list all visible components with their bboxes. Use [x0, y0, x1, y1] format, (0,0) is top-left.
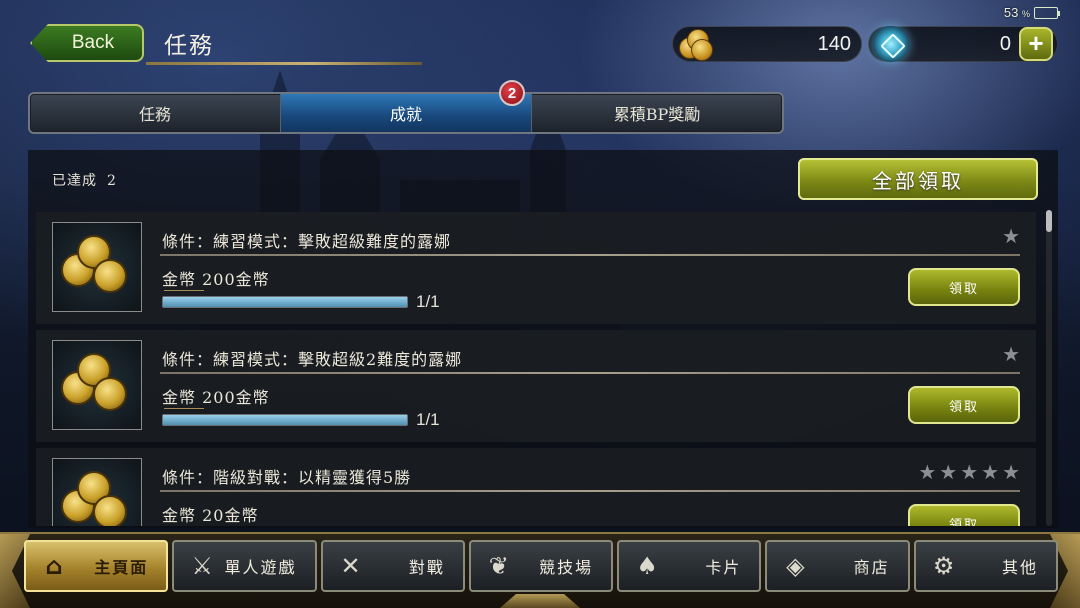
divider — [160, 490, 1020, 492]
notification-badge: 2 — [499, 80, 525, 106]
tab-missions[interactable]: 任務 — [30, 94, 281, 132]
cards-icon: ♠ — [636, 552, 660, 580]
shop-gem-icon: ◈ — [786, 552, 807, 580]
add-currency-button[interactable]: + — [1019, 27, 1053, 61]
list-item: 條件：練習模式：擊敗超級難度的露娜 ★ 金幣 200金幣 1/1 領取 — [36, 212, 1036, 324]
nav-label: 卡片 — [705, 558, 742, 577]
star-rating: ★ — [1002, 226, 1020, 246]
star-icon: ★ — [960, 460, 979, 484]
completed-count: 2 — [107, 173, 117, 189]
nav-label: 主頁面 — [94, 558, 149, 577]
divider — [160, 372, 1020, 374]
progress-fill — [163, 415, 407, 425]
bottom-nav: ⌂ 主頁面 ⚔ 單人遊戲 ✕ 對戰 ❦ 競技場 ♠ 卡片 ◈ 商店 ⚙ 其他 — [24, 540, 1058, 592]
nav-cards[interactable]: ♠ 卡片 — [617, 540, 762, 592]
home-icon: ⌂ — [45, 552, 65, 580]
star-icon: ★ — [981, 460, 1000, 484]
nav-single-player[interactable]: ⚔ 單人遊戲 — [172, 540, 317, 592]
completed-summary: 已達成 2 — [52, 170, 117, 190]
claim-button[interactable]: 領取 — [908, 268, 1020, 306]
claim-all-button[interactable]: 全部領取 — [798, 158, 1038, 200]
star-icon: ★ — [939, 460, 958, 484]
progress-fill — [163, 297, 407, 307]
nav-other[interactable]: ⚙ 其他 — [913, 540, 1058, 592]
progress-ornament — [164, 290, 204, 294]
progress-ornament — [164, 408, 204, 412]
reward-text: 金幣 200金幣 — [162, 388, 270, 407]
achievement-list: 條件：練習模式：擊敗超級難度的露娜 ★ 金幣 200金幣 1/1 領取 條件：練… — [36, 212, 1036, 526]
gold-coins-reward-icon — [52, 340, 142, 430]
tab-bp-rewards[interactable]: 累積BP獎勵 — [532, 94, 782, 132]
nav-shop[interactable]: ◈ 商店 — [765, 540, 910, 592]
battery-icon — [1034, 6, 1060, 19]
battery-status: 53 % — [1003, 5, 1060, 20]
tab-achievements[interactable]: 成就 — [281, 94, 532, 132]
condition-text: 條件：階級對戰：以精靈獲得5勝 — [162, 468, 412, 487]
gem-balance: 0 + — [868, 26, 1058, 62]
sword-shield-icon: ⚔ — [191, 552, 216, 580]
scrollbar[interactable] — [1046, 210, 1052, 526]
tab-bar: 任務 成就 累積BP獎勵 — [28, 92, 784, 134]
title-underline — [146, 62, 422, 65]
nav-home[interactable]: ⌂ 主頁面 — [24, 540, 169, 592]
star-icon: ★ — [1002, 460, 1020, 484]
nav-label: 競技場 — [539, 558, 594, 577]
list-item: 條件：階級對戰：以精靈獲得5勝 ★ ★ ★ ★ ★ 金幣 20金幣 領取 — [36, 448, 1036, 526]
completed-label: 已達成 — [52, 173, 97, 189]
reward-text: 金幣 20金幣 — [162, 506, 259, 525]
nav-label: 其他 — [1001, 558, 1038, 577]
star-icon: ★ — [918, 460, 937, 484]
progress-text: 1/1 — [416, 410, 440, 429]
claim-button[interactable]: 領取 — [908, 504, 1020, 526]
back-button[interactable]: Back — [30, 24, 144, 62]
gold-coin-icon — [677, 25, 715, 63]
divider — [160, 254, 1020, 256]
star-rating: ★ ★ ★ ★ ★ — [918, 462, 1020, 482]
gem-count: 0 — [999, 32, 1011, 55]
crossed-swords-icon: ✕ — [340, 552, 363, 580]
list-item: 條件：練習模式：擊敗超級2難度的露娜 ★ 金幣 200金幣 1/1 領取 — [36, 330, 1036, 442]
nav-battle[interactable]: ✕ 對戰 — [320, 540, 465, 592]
nav-label: 商店 — [853, 558, 890, 577]
claim-button[interactable]: 領取 — [908, 386, 1020, 424]
gold-coins-reward-icon — [52, 458, 142, 526]
star-icon: ★ — [1002, 224, 1020, 248]
condition-text: 條件：練習模式：擊敗超級2難度的露娜 — [162, 350, 463, 369]
progress-text: 1/1 — [416, 292, 440, 311]
reward-text: 金幣 200金幣 — [162, 270, 270, 289]
other-menu-icon: ⚙ — [932, 552, 957, 580]
battery-percent: 53 — [1003, 5, 1019, 20]
coin-count: 140 — [817, 32, 851, 55]
progress-bar — [162, 296, 408, 308]
nav-label: 對戰 — [408, 558, 445, 577]
condition-text: 條件：練習模式：擊敗超級難度的露娜 — [162, 232, 452, 251]
battery-unit: % — [1021, 9, 1030, 19]
nav-label: 單人遊戲 — [224, 558, 297, 577]
plus-icon: + — [1028, 28, 1044, 58]
gold-coins-reward-icon — [52, 222, 142, 312]
arena-crest-icon: ❦ — [488, 552, 511, 580]
crystal-orb-icon — [873, 26, 909, 62]
star-icon: ★ — [1002, 342, 1020, 366]
nav-arena[interactable]: ❦ 競技場 — [468, 540, 614, 592]
page-title: 任務 — [164, 33, 214, 59]
star-rating: ★ — [1002, 344, 1020, 364]
scroll-thumb[interactable] — [1046, 210, 1052, 232]
progress-bar — [162, 414, 408, 426]
coin-balance: 140 — [672, 26, 862, 62]
